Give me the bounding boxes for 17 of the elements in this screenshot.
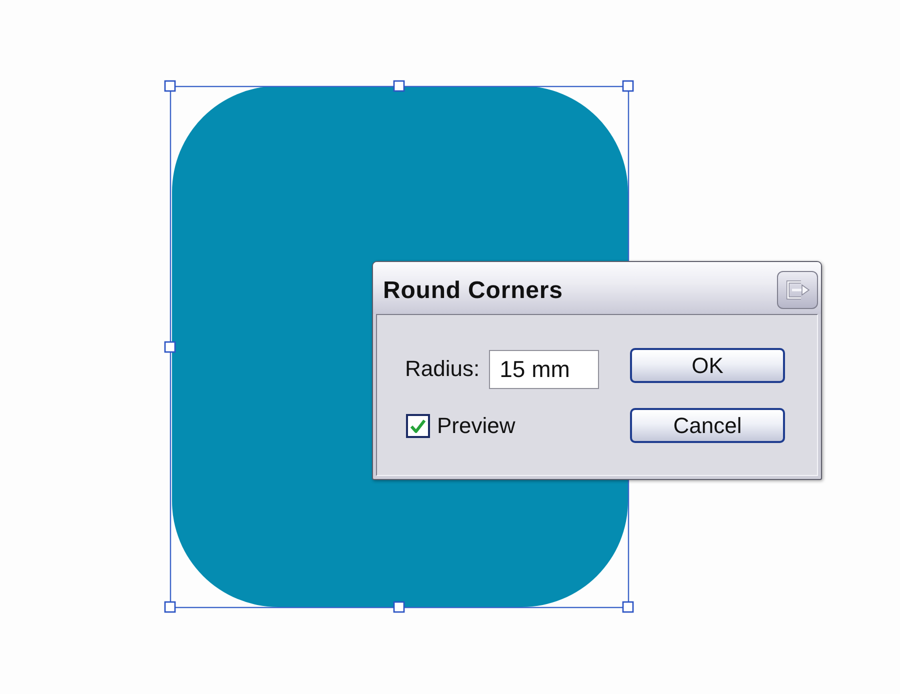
dialog-title: Round Corners: [383, 276, 563, 305]
ok-button[interactable]: OK: [630, 348, 785, 383]
resize-handle[interactable]: [164, 341, 176, 353]
radius-field[interactable]: 15 mm: [488, 350, 599, 389]
resize-handle[interactable]: [393, 601, 405, 613]
box-arrow-icon: [786, 280, 810, 300]
checkmark-icon: [410, 418, 426, 432]
radius-label: Radius:: [405, 356, 480, 382]
resize-handle[interactable]: [622, 601, 634, 613]
preview-checkbox[interactable]: [406, 414, 430, 438]
resize-handle[interactable]: [622, 80, 634, 92]
resize-handle[interactable]: [164, 80, 176, 92]
resize-handle[interactable]: [393, 80, 405, 92]
panel-menu-button[interactable]: [777, 271, 818, 309]
cancel-button[interactable]: Cancel: [630, 408, 785, 443]
preview-label[interactable]: Preview: [437, 412, 516, 438]
resize-handle[interactable]: [164, 601, 176, 613]
